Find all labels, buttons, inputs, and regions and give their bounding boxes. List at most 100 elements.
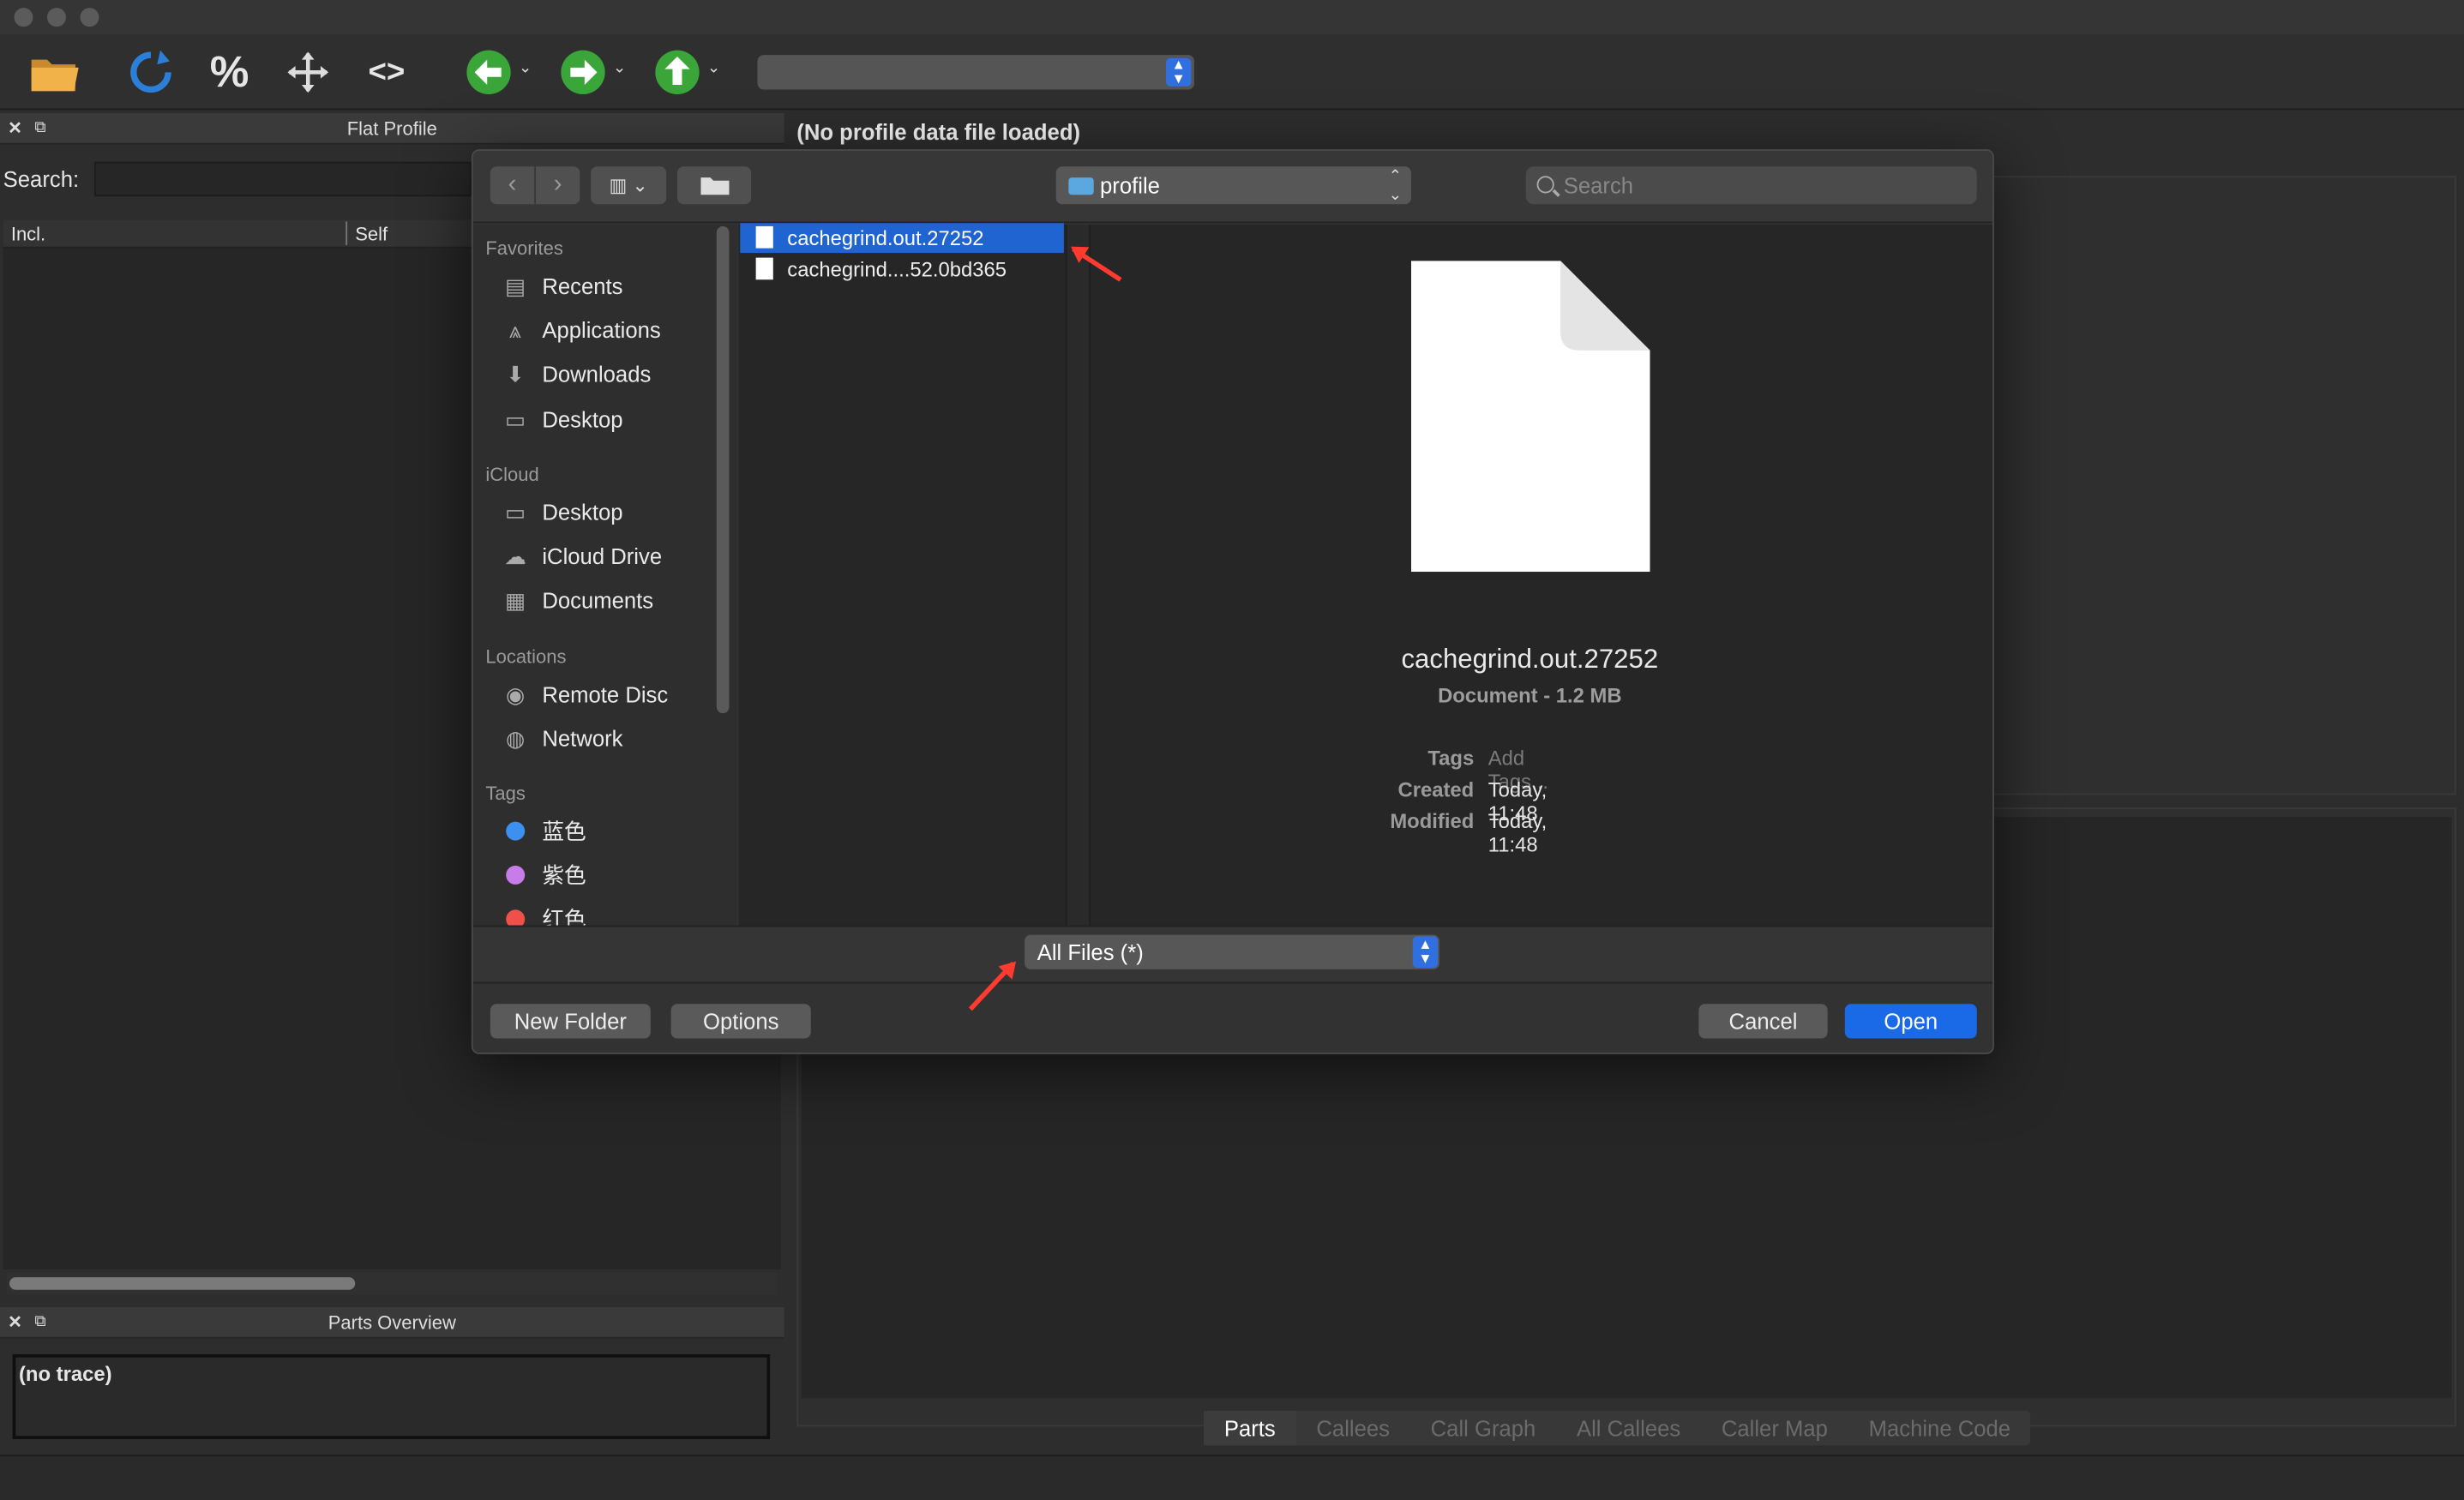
- sidebar-item-documents[interactable]: ▦ Documents: [498, 579, 653, 621]
- dialog-toolbar: ‹ › ▥ ⌄ profile ⌃ ⌄ Search: [472, 150, 1993, 224]
- scrollbar-thumb[interactable]: [9, 1277, 356, 1290]
- location-label: profile: [1100, 172, 1160, 198]
- cloud-icon: ☁: [504, 543, 527, 568]
- percent-icon[interactable]: %: [202, 47, 255, 98]
- col-self[interactable]: Self: [355, 223, 388, 245]
- sidebar-item-label: Recents: [542, 273, 623, 299]
- chevron-down-icon[interactable]: ⌄: [707, 60, 720, 77]
- stepper-icon: ▲ ▼: [1166, 57, 1192, 87]
- reload-icon[interactable]: [124, 47, 177, 98]
- path-combobox[interactable]: ▲ ▼: [757, 55, 1195, 90]
- minimize-window-button[interactable]: [46, 8, 66, 27]
- sidebar-item-downloads[interactable]: ⬇ Downloads: [498, 353, 651, 394]
- tab-parts[interactable]: Parts: [1204, 1410, 1296, 1446]
- large-document-icon: [1410, 261, 1650, 573]
- search-placeholder: Search: [1563, 172, 1634, 198]
- preview-file-kind: Document - 1.2 MB: [1438, 683, 1622, 707]
- main-toolbar: % <> ⌄ ⌄ ⌄: [0, 34, 2464, 111]
- sidebar-item-network[interactable]: ◍ Network: [498, 718, 622, 759]
- file-type-filter[interactable]: All Files (*) ▲ ▼: [1025, 934, 1439, 969]
- new-folder-button[interactable]: New Folder: [490, 1004, 651, 1039]
- folder-open-icon[interactable]: [28, 47, 81, 98]
- zoom-window-button[interactable]: [80, 8, 99, 27]
- network-icon: ◍: [505, 724, 526, 751]
- sidebar-item-label: Desktop: [542, 499, 623, 525]
- dialog-search-input[interactable]: Search: [1525, 166, 1977, 205]
- sidebar-item-tag-purple[interactable]: 紫色: [498, 855, 586, 896]
- tag-dot-icon: [498, 905, 532, 926]
- close-icon[interactable]: ✕: [8, 1307, 22, 1339]
- up-icon[interactable]: [651, 47, 704, 98]
- preview-file-name: cachegrind.out.27252: [1401, 644, 1659, 675]
- window-titlebar: [0, 0, 2464, 35]
- tab-callees[interactable]: Callees: [1296, 1411, 1410, 1445]
- float-icon[interactable]: ⧉: [34, 1307, 45, 1339]
- tab-all-callees[interactable]: All Callees: [1556, 1411, 1701, 1445]
- close-icon[interactable]: ✕: [8, 113, 22, 145]
- column-resize-handle[interactable]: [1065, 225, 1091, 926]
- parts-overview-box: (no trace): [12, 1353, 771, 1439]
- flat-profile-header: ✕ ⧉ Flat Profile: [0, 112, 784, 145]
- sidebar-item-tag-blue[interactable]: 蓝色: [498, 811, 586, 852]
- sidebar-item-label: 蓝色: [542, 818, 586, 844]
- sidebar-item-label: Downloads: [542, 361, 652, 387]
- sidebar-item-remote-disc[interactable]: ◉ Remote Disc: [498, 674, 668, 715]
- disc-icon: ◉: [505, 681, 526, 706]
- sidebar-item-icloud-desktop[interactable]: ▭ Desktop: [498, 492, 622, 533]
- tab-caller-map[interactable]: Caller Map: [1701, 1411, 1848, 1445]
- close-window-button[interactable]: [14, 8, 33, 27]
- sidebar-item-label: Remote Disc: [542, 681, 669, 707]
- sidebar-item-tag-red[interactable]: 红色: [498, 898, 586, 926]
- sidebar-item-label: Network: [542, 725, 623, 752]
- forward-icon[interactable]: [556, 47, 610, 98]
- no-trace-text: (no trace): [18, 1362, 112, 1386]
- open-button[interactable]: Open: [1844, 1004, 1977, 1039]
- sidebar-clip: 红色: [473, 896, 717, 926]
- sidebar-item-desktop[interactable]: ▭ Desktop: [498, 399, 622, 441]
- search-input[interactable]: [93, 161, 472, 197]
- file-item[interactable]: cachegrind....52.0bd365: [740, 255, 1064, 285]
- new-folder-icon[interactable]: [676, 166, 752, 205]
- move-icon[interactable]: [281, 47, 334, 98]
- code-icon[interactable]: <>: [360, 47, 413, 98]
- sidebar-item-recents[interactable]: ▤ Recents: [498, 266, 622, 307]
- open-file-dialog: ‹ › ▥ ⌄ profile ⌃ ⌄ Search Favorites ▤ Rec…: [471, 149, 1994, 1054]
- chevron-down-icon[interactable]: ⌄: [613, 60, 626, 77]
- chevron-down-icon[interactable]: ⌄: [519, 60, 532, 77]
- sidebar-item-label: 红色: [542, 906, 586, 926]
- horizontal-scrollbar[interactable]: [6, 1272, 777, 1295]
- folder-icon: [1068, 177, 1094, 195]
- sidebar-item-icloud-drive[interactable]: ☁ iCloud Drive: [498, 536, 662, 577]
- file-item-selected[interactable]: cachegrind.out.27252: [740, 223, 1064, 254]
- tab-machine-code[interactable]: Machine Code: [1848, 1411, 2031, 1445]
- cancel-button[interactable]: Cancel: [1698, 1004, 1828, 1039]
- view-mode-button[interactable]: ▥ ⌄: [591, 166, 667, 205]
- modified-label: Modified: [1390, 808, 1475, 833]
- sidebar-heading-favorites: Favorites: [485, 237, 563, 260]
- columns-icon: ▥ ⌄: [609, 174, 648, 197]
- sidebar-item-label: 紫色: [542, 862, 586, 888]
- view-tabs: Parts Callees Call Graph All Callees Cal…: [1204, 1410, 2031, 1446]
- sidebar-item-label: Documents: [542, 587, 654, 613]
- sidebar-scrollbar[interactable]: [716, 225, 730, 714]
- options-button[interactable]: Options: [670, 1004, 811, 1039]
- tags-label: Tags: [1427, 746, 1475, 771]
- updown-icon: ⌃ ⌄: [1388, 168, 1402, 205]
- filter-label: All Files (*): [1037, 939, 1144, 965]
- back-icon[interactable]: [462, 47, 515, 98]
- desktop-icon: ▭: [505, 498, 526, 525]
- back-nav-button[interactable]: ‹: [490, 166, 535, 205]
- search-icon: [1536, 176, 1554, 194]
- status-bar: [0, 1455, 2464, 1500]
- tag-dot-icon: [498, 817, 532, 845]
- sidebar-item-label: iCloud Drive: [542, 543, 663, 569]
- documents-icon: ▦: [505, 586, 526, 612]
- float-icon[interactable]: ⧉: [34, 113, 45, 145]
- forward-nav-button[interactable]: ›: [536, 166, 580, 205]
- location-popup[interactable]: profile ⌃ ⌄: [1055, 166, 1411, 205]
- col-incl[interactable]: Incl.: [11, 223, 45, 245]
- tab-call-graph[interactable]: Call Graph: [1410, 1411, 1556, 1445]
- tag-dot-icon: [498, 861, 532, 889]
- file-name: cachegrind....52.0bd365: [787, 257, 1007, 282]
- sidebar-item-applications[interactable]: ⩓ Applications: [498, 309, 661, 351]
